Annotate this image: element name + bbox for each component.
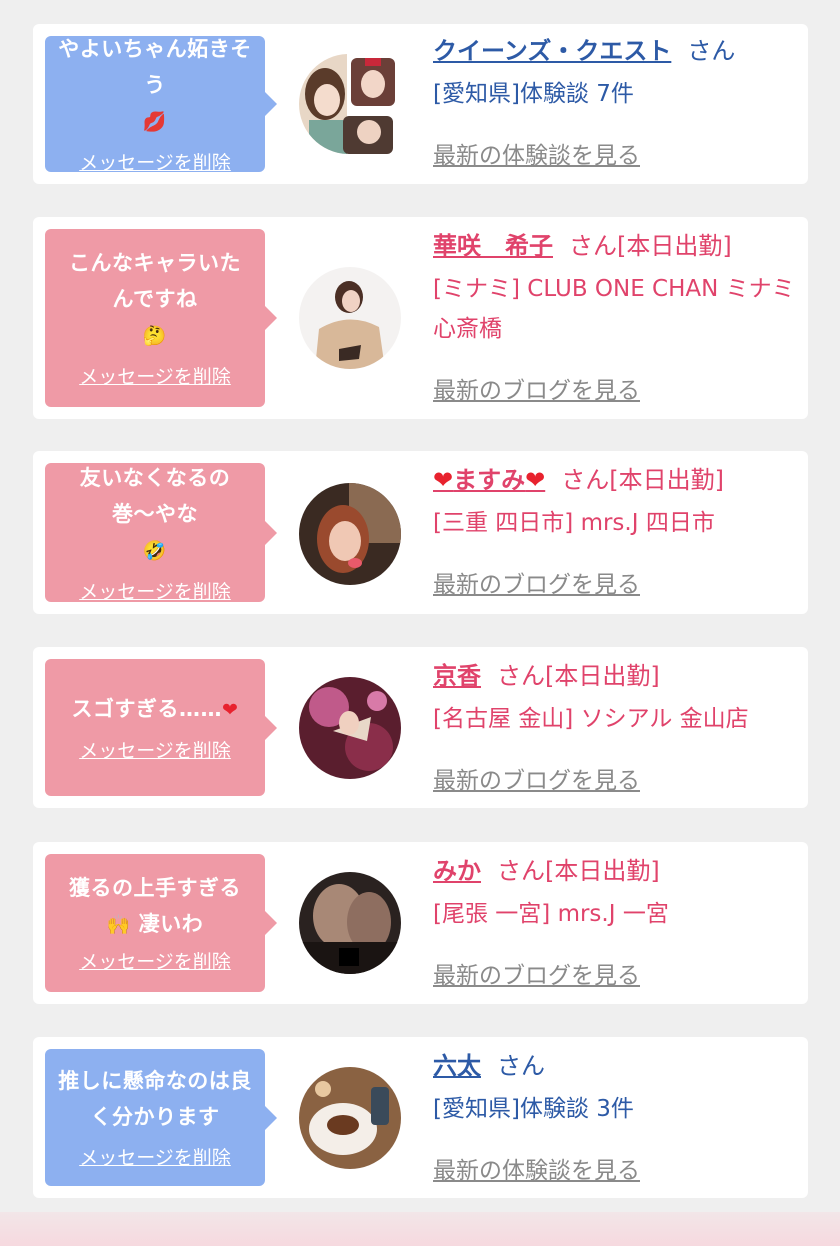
favorite-card: 友いなくなるの巻〜やな 🤣 メッセージを削除 ❤ますみ❤ さん[本日出勤] [三重 … — [33, 451, 808, 614]
heart-icon: ❤ — [525, 466, 546, 494]
profile-name-link[interactable]: 華咲 希子 — [433, 232, 553, 260]
detail-text: [愛知県]体験談 7件 — [433, 81, 634, 107]
view-latest-link[interactable]: 最新の体験談を見る — [433, 136, 640, 170]
view-latest-link[interactable]: 最新のブログを見る — [433, 565, 640, 599]
message-bubble: やよいちゃん妬きそう 💋 メッセージを削除 — [45, 36, 277, 175]
detail-text: [三重 四日市] mrs.J 四日市 — [433, 510, 715, 536]
message-bubble: 獲るの上手すぎる 🙌 凄いわ メッセージを削除 — [45, 854, 277, 992]
info-block: ❤ますみ❤ さん[本日出勤] [三重 四日市] mrs.J 四日市 — [433, 463, 798, 543]
message-text: こんなキャラいたんですね 🤔 — [53, 245, 257, 354]
message-body: やよいちゃん妬きそう — [58, 37, 252, 97]
delete-message-link[interactable]: メッセージを削除 — [79, 1143, 231, 1170]
rofl-face-icon: 🤣 — [142, 539, 168, 562]
avatar[interactable] — [299, 483, 401, 585]
message-text: 獲るの上手すぎる 🙌 凄いわ — [69, 870, 241, 943]
info-block: クイーンズ・クエスト さん [愛知県]体験談 7件 — [433, 34, 798, 114]
detail-text: [名古屋 金山] ソシアル 金山店 — [433, 706, 749, 732]
profile-name-link[interactable]: みか — [433, 857, 481, 885]
profile-photo — [299, 677, 401, 779]
favorite-card: 獲るの上手すぎる 🙌 凄いわ メッセージを削除 みか さん[本日出勤] [尾張 一… — [33, 842, 808, 1004]
profile-name-link[interactable]: 京香 — [433, 662, 481, 690]
collage-avatar-image — [299, 54, 395, 154]
name-line: 華咲 希子 さん[本日出勤] — [433, 229, 798, 263]
name-line: 京香 さん[本日出勤] — [433, 659, 798, 693]
message-text: 友いなくなるの巻〜やな 🤣 — [53, 460, 257, 569]
raised-hands-icon: 🙌 — [106, 914, 131, 936]
message-text: スゴすぎる……❤ — [72, 691, 239, 728]
info-block: みか さん[本日出勤] [尾張 一宮] mrs.J 一宮 — [433, 854, 798, 934]
avatar[interactable] — [299, 677, 401, 779]
profile-photo — [299, 267, 401, 369]
avatar[interactable] — [299, 54, 399, 154]
delete-message-link[interactable]: メッセージを削除 — [79, 736, 231, 763]
profile-photo — [299, 483, 401, 585]
view-latest-link[interactable]: 最新の体験談を見る — [433, 1151, 640, 1185]
detail-text: [尾張 一宮] mrs.J 一宮 — [433, 901, 669, 927]
avatar[interactable] — [299, 267, 401, 369]
view-latest-link[interactable]: 最新のブログを見る — [433, 371, 640, 405]
message-bubble: スゴすぎる……❤ メッセージを削除 — [45, 659, 277, 796]
favorite-card: 推しに懸命なのは良く分かります メッセージを削除 六太 さん [愛知県]体験談 3… — [33, 1037, 808, 1198]
delete-message-link[interactable]: メッセージを削除 — [79, 947, 231, 974]
heart-icon: ❤ — [222, 698, 239, 721]
avatar[interactable] — [299, 872, 401, 974]
favorite-card: こんなキャラいたんですね 🤔 メッセージを削除 華咲 希子 さん[本日出勤] [ミナ… — [33, 217, 808, 419]
info-block: 京香 さん[本日出勤] [名古屋 金山] ソシアル 金山店 — [433, 659, 798, 739]
message-text: 推しに懸命なのは良く分かります — [58, 1069, 252, 1129]
profile-name: ますみ — [453, 466, 526, 494]
name-suffix: さん[本日出勤] — [497, 857, 660, 885]
detail-text: [ミナミ] CLUB ONE CHAN ミナミ 心斎橋 — [433, 276, 795, 342]
message-bubble: 友いなくなるの巻〜やな 🤣 メッセージを削除 — [45, 460, 277, 604]
profile-name-link[interactable]: ❤ますみ❤ — [433, 466, 545, 494]
name-suffix: さん[本日出勤] — [569, 232, 732, 260]
info-block: 六太 さん [愛知県]体験談 3件 — [433, 1049, 798, 1129]
favorite-card: やよいちゃん妬きそう 💋 メッセージを削除 クイーンズ・クエスト さん [愛知県]体… — [33, 24, 808, 184]
heart-icon: ❤ — [433, 466, 454, 494]
message-line-2-text: 凄いわ — [138, 912, 204, 936]
view-latest-link[interactable]: 最新のブログを見る — [433, 956, 640, 990]
delete-message-link[interactable]: メッセージを削除 — [79, 148, 231, 175]
message-body: 友いなくなるの巻〜やな — [79, 465, 231, 526]
kiss-emoji-icon: 💋 — [142, 111, 168, 133]
name-suffix: さん[本日出勤] — [561, 466, 724, 494]
message-bubble: 推しに懸命なのは良く分かります メッセージを削除 — [45, 1049, 277, 1186]
message-bubble: こんなキャラいたんですね 🤔 メッセージを削除 — [45, 229, 277, 407]
name-line: みか さん[本日出勤] — [433, 854, 798, 888]
message-body: こんなキャラいたんですね — [69, 251, 241, 311]
name-suffix: さん — [687, 37, 736, 65]
thinking-face-icon: 🤔 — [142, 325, 168, 347]
detail-text: [愛知県]体験談 3件 — [433, 1096, 634, 1122]
delete-message-link[interactable]: メッセージを削除 — [79, 577, 231, 604]
message-line-2: 🙌 凄いわ — [69, 906, 241, 943]
name-line: 六太 さん — [433, 1049, 798, 1083]
name-line: クイーンズ・クエスト さん — [433, 34, 798, 68]
message-body: スゴすぎる…… — [71, 696, 223, 721]
profile-name-link[interactable]: クイーンズ・クエスト — [433, 37, 671, 65]
bottom-banner-edge — [0, 1212, 840, 1246]
message-line-1: 獲るの上手すぎる — [69, 876, 241, 900]
profile-photo — [299, 872, 401, 974]
name-line: ❤ますみ❤ さん[本日出勤] — [433, 463, 798, 497]
name-suffix: さん — [497, 1052, 545, 1080]
view-latest-link[interactable]: 最新のブログを見る — [433, 761, 640, 795]
profile-photo — [299, 1067, 401, 1169]
name-suffix: さん[本日出勤] — [497, 662, 660, 690]
delete-message-link[interactable]: メッセージを削除 — [79, 362, 231, 389]
avatar[interactable] — [299, 1067, 401, 1169]
favorite-card: スゴすぎる……❤ メッセージを削除 京香 さん[本日出勤] [名古屋 金山] ソシ… — [33, 647, 808, 808]
message-text: やよいちゃん妬きそう 💋 — [53, 31, 257, 140]
profile-name-link[interactable]: 六太 — [433, 1052, 481, 1080]
info-block: 華咲 希子 さん[本日出勤] [ミナミ] CLUB ONE CHAN ミナミ 心斎… — [433, 229, 798, 349]
